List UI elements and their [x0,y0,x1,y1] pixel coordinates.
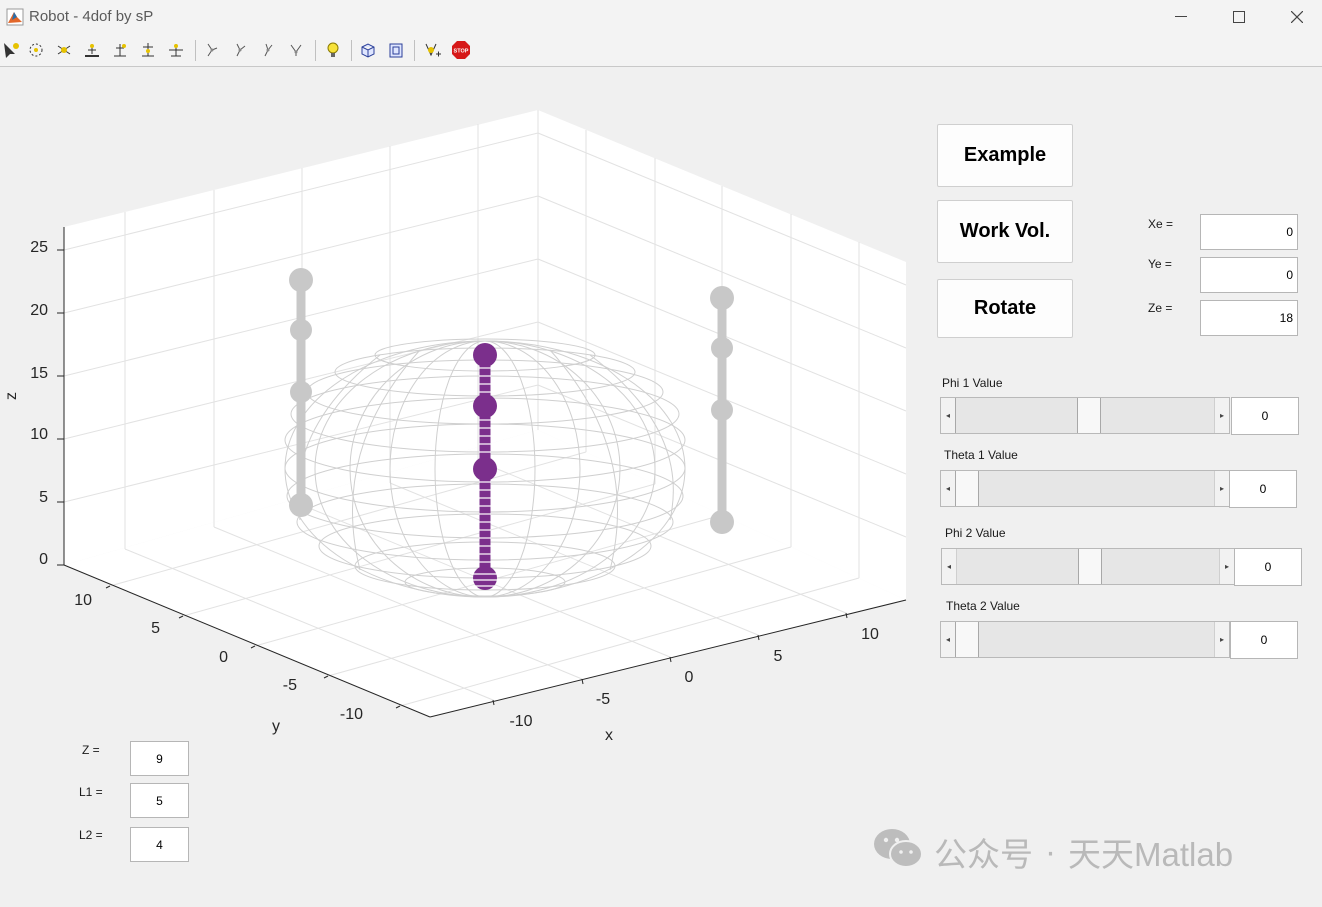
theta1-slider[interactable]: ◂ ▸ [940,470,1230,507]
pan-tool-icon[interactable] [81,39,103,61]
x-tick-label: 10 [861,626,879,643]
phi2-slider-thumb[interactable] [1078,549,1102,584]
joint-1-icon[interactable] [201,39,223,61]
slider-left-arrow-icon[interactable]: ◂ [942,549,957,584]
view-2d-icon[interactable] [385,39,407,61]
plot-3d-axes[interactable]: 0 5 10 15 20 25 10 5 0 -5 -10 -10 -5 0 5… [0,67,920,767]
ze-field[interactable]: 18 [1200,300,1298,336]
svg-text:STOP: STOP [454,49,469,55]
phi1-label: Phi 1 Value [942,376,1003,390]
slider-left-arrow-icon[interactable]: ◂ [941,622,956,657]
matlab-logo-icon [6,8,24,26]
theta2-label: Theta 2 Value [946,599,1020,613]
insert-legend-icon[interactable] [137,39,159,61]
joint-4-icon[interactable] [285,39,307,61]
z-tick-label: 10 [30,426,48,443]
x-tick-label: -10 [509,713,532,730]
ye-field[interactable]: 0 [1200,257,1298,293]
theta1-label: Theta 1 Value [944,448,1018,462]
watermark-separator: · [1045,833,1056,870]
theta1-value-field[interactable]: 0 [1229,470,1297,508]
phi1-slider[interactable]: ◂ ▸ [940,397,1230,434]
y-tick-label: 0 [219,649,228,666]
l1-param-field[interactable]: 5 [130,783,189,818]
y-tick-label: -5 [283,677,297,694]
x-tick-label: 0 [685,669,694,686]
work-volume-button[interactable]: Work Vol. [937,200,1073,263]
watermark-name: 天天Matlab [1068,836,1234,873]
title-bar: Robot - 4dof by sP [0,0,1322,34]
close-button[interactable] [1268,0,1322,34]
slider-track-start [955,398,956,433]
maximize-button[interactable] [1210,0,1268,34]
toolbar-separator [351,40,352,61]
end-effector-joint [473,343,497,367]
theta2-value-field[interactable]: 0 [1230,621,1298,659]
z-tick-label: 5 [39,489,48,506]
y-tick-label: 5 [151,620,160,637]
z-param-label: Z = [82,743,100,757]
z-tick-label: 0 [39,551,48,568]
watermark: 公众号 · 天天Matlab [872,828,1233,876]
phi2-label: Phi 2 Value [945,526,1006,540]
xe-field[interactable]: 0 [1200,214,1298,250]
y-axis-label: y [272,718,280,735]
toolbar: STOP [0,34,1322,67]
theta1-slider-thumb[interactable] [955,471,979,506]
minimize-button[interactable] [1152,0,1210,34]
stop-icon[interactable]: STOP [450,39,472,61]
z-param-field[interactable]: 9 [130,741,189,776]
slider-left-arrow-icon[interactable]: ◂ [941,471,956,506]
slider-right-arrow-icon[interactable]: ▸ [1219,549,1234,584]
arm-joint-3 [473,394,497,418]
slider-right-arrow-icon[interactable]: ▸ [1214,471,1229,506]
toolbar-separator [315,40,316,61]
zoom-tool-icon[interactable] [25,39,47,61]
x-tick-label: -5 [596,691,610,708]
x-tick-label: 5 [774,648,783,665]
rotate-button[interactable]: Rotate [937,279,1073,338]
slider-right-arrow-icon[interactable]: ▸ [1214,398,1229,433]
rotate-tool-icon[interactable] [53,39,75,61]
toolbar-separator [414,40,415,61]
insert-colorbar-icon[interactable] [165,39,187,61]
pointer-tool-icon[interactable] [0,39,22,61]
z-axis-label: z [3,392,20,400]
ye-label: Ye = [1148,257,1172,271]
light-bulb-icon[interactable] [322,39,344,61]
phi1-value-field[interactable]: 0 [1231,397,1299,435]
arm-joint-2 [473,457,497,481]
l1-param-label: L1 = [79,785,103,799]
phi2-slider[interactable]: ◂ ▸ [941,548,1235,585]
slider-right-arrow-icon[interactable]: ▸ [1214,622,1229,657]
joint-3-icon[interactable] [257,39,279,61]
phi1-slider-thumb[interactable] [1077,398,1101,433]
y-tick-label: -10 [340,706,363,723]
wechat-logo-icon [872,827,924,877]
l2-param-field[interactable]: 4 [130,827,189,862]
z-tick-label: 25 [30,239,48,256]
window-title: Robot - 4dof by sP [29,8,154,25]
z-tick-label: 20 [30,302,48,319]
example-button[interactable]: Example [937,124,1073,187]
phi2-value-field[interactable]: 0 [1234,548,1302,586]
data-cursor-icon[interactable] [109,39,131,61]
ze-label: Ze = [1148,301,1173,315]
theta2-slider[interactable]: ◂ ▸ [940,621,1230,658]
y-tick-label: 10 [74,592,92,609]
view-3d-icon[interactable] [357,39,379,61]
add-tool-icon[interactable] [421,39,443,61]
theta2-slider-thumb[interactable] [955,622,979,657]
joint-2-icon[interactable] [229,39,251,61]
x-axis-label: x [605,727,613,744]
toolbar-separator [195,40,196,61]
xe-label: Xe = [1148,217,1174,231]
watermark-prefix: 公众号 [934,836,1033,873]
l2-param-label: L2 = [79,828,103,842]
slider-left-arrow-icon[interactable]: ◂ [941,398,956,433]
z-tick-label: 15 [30,365,48,382]
